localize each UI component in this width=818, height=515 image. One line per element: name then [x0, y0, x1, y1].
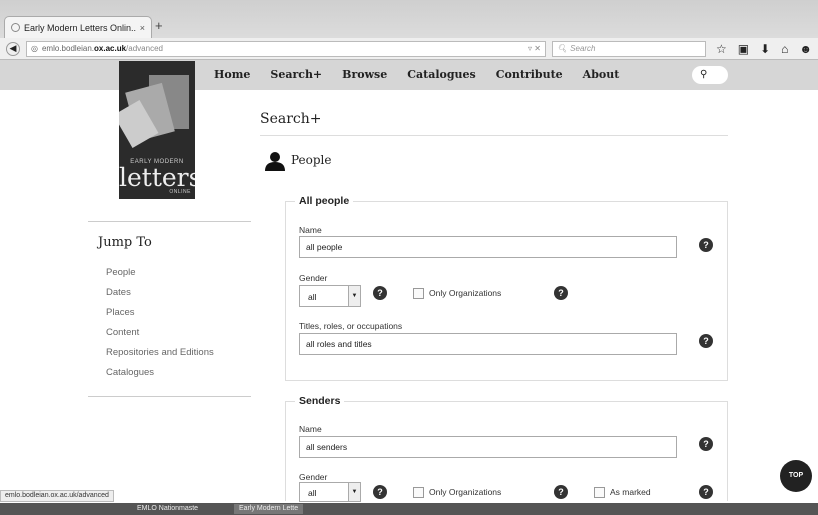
main-menu: Home Search+ Browse Catalogues Contribut…: [214, 68, 639, 81]
home-icon[interactable]: ⌂: [781, 42, 788, 56]
browser-tab-bar: Early Modern Letters Onlin... × +: [0, 0, 818, 38]
loading-icon: [11, 23, 20, 32]
taskbar-item-1[interactable]: EMLO Nationmaste: [132, 504, 203, 514]
tab-close-icon[interactable]: ×: [140, 23, 145, 33]
search-placeholder: Search: [570, 44, 596, 53]
menu-contribute[interactable]: Contribute: [496, 68, 563, 81]
emlo-logo[interactable]: EARLY MODERN letters ONLINE: [119, 61, 195, 199]
as-marked-label: As marked: [610, 487, 651, 497]
menu-browse[interactable]: Browse: [342, 68, 387, 81]
all-people-legend: All people: [295, 195, 354, 207]
only-organizations-checkbox[interactable]: [413, 288, 424, 299]
url-tools[interactable]: ▿ ✕: [528, 44, 541, 53]
only-organizations-label: Only Organizations: [429, 288, 502, 298]
senders-only-organizations-label: Only Organizations: [429, 487, 502, 497]
url-host: ox.ac.uk: [94, 44, 127, 53]
senders-only-organizations-checkbox[interactable]: [413, 487, 424, 498]
logo-text-letters: letters: [119, 163, 195, 192]
help-icon[interactable]: ?: [554, 485, 568, 499]
person-icon: [265, 152, 285, 171]
titles-input[interactable]: all roles and titles: [299, 333, 677, 355]
download-icon[interactable]: ⬇: [760, 42, 770, 56]
senders-legend: Senders: [295, 395, 345, 407]
help-icon[interactable]: ?: [699, 485, 713, 499]
help-icon[interactable]: ?: [699, 334, 713, 348]
menu-home[interactable]: Home: [214, 68, 250, 81]
all-people-name-input[interactable]: all people: [299, 236, 677, 258]
all-people-name-label: Name: [299, 225, 322, 235]
chat-icon[interactable]: ☻: [799, 42, 812, 56]
as-marked-checkbox[interactable]: [594, 487, 605, 498]
jump-link-content[interactable]: Content: [106, 327, 251, 347]
senders-name-label: Name: [299, 424, 322, 434]
menu-catalogues[interactable]: Catalogues: [407, 68, 476, 81]
menu-search-plus[interactable]: Search+: [270, 68, 322, 81]
titles-label: Titles, roles, or occupations: [299, 321, 403, 331]
sidebar-divider: [88, 396, 251, 397]
help-icon[interactable]: ?: [699, 238, 713, 252]
browser-search-input[interactable]: 🔍︎ Search: [552, 40, 706, 57]
url-path: /advanced: [126, 44, 163, 53]
browser-tab[interactable]: Early Modern Letters Onlin... ×: [4, 16, 152, 38]
jump-link-repositories[interactable]: Repositories and Editions: [106, 347, 251, 367]
address-bar[interactable]: ◎ emlo.bodleian.ox.ac.uk/advanced ▿ ✕: [26, 40, 546, 57]
page-title: Search+: [260, 111, 322, 127]
help-icon[interactable]: ?: [699, 437, 713, 451]
taskbar-item-2[interactable]: Early Modern Lette: [234, 504, 304, 514]
gender-select-value: all: [308, 292, 317, 302]
senders-gender-select[interactable]: all ▼: [299, 482, 361, 502]
search-icon: 🔍︎: [557, 44, 568, 53]
clipboard-icon[interactable]: ▣: [738, 42, 749, 56]
back-to-top-button[interactable]: TOP: [780, 460, 812, 492]
chevron-down-icon: ▼: [348, 483, 360, 501]
title-divider: [260, 135, 728, 136]
globe-icon: ◎: [31, 44, 38, 53]
menu-about[interactable]: About: [583, 68, 620, 81]
help-icon[interactable]: ?: [373, 286, 387, 300]
help-icon[interactable]: ?: [554, 286, 568, 300]
senders-name-input[interactable]: all senders: [299, 436, 677, 458]
url-prefix: emlo.bodleian.: [41, 44, 95, 53]
jump-link-people[interactable]: People: [106, 267, 251, 287]
jump-link-dates[interactable]: Dates: [106, 287, 251, 307]
star-icon[interactable]: ☆: [716, 42, 727, 56]
section-title-people: People: [291, 153, 332, 167]
status-bar-url: emlo.bodleian.ox.ac.uk/advanced: [0, 490, 114, 502]
senders-gender-label: Gender: [299, 472, 328, 482]
os-taskbar: EMLO Nationmaste Early Modern Lette: [0, 503, 818, 515]
browser-nav-bar: ◀ ◎ emlo.bodleian.ox.ac.uk/advanced ▿ ✕ …: [0, 38, 818, 60]
jump-link-places[interactable]: Places: [106, 307, 251, 327]
gender-select-value: all: [308, 488, 317, 498]
search-icon: ⚲: [700, 69, 708, 80]
jump-to-list: People Dates Places Content Repositories…: [106, 267, 251, 387]
logo-text-online: ONLINE: [169, 189, 191, 195]
tab-title: Early Modern Letters Onlin...: [24, 22, 136, 33]
help-icon[interactable]: ?: [373, 485, 387, 499]
back-icon[interactable]: ◀: [6, 41, 20, 56]
all-people-gender-select[interactable]: all ▼: [299, 285, 361, 307]
jump-to-sidebar: Jump To People Dates Places Content Repo…: [88, 221, 251, 387]
jump-to-title: Jump To: [98, 235, 152, 250]
all-people-gender-label: Gender: [299, 273, 328, 283]
jump-link-catalogues[interactable]: Catalogues: [106, 367, 251, 387]
chevron-down-icon: ▼: [348, 286, 360, 306]
new-tab-button[interactable]: +: [155, 18, 163, 33]
site-search-button[interactable]: ⚲: [692, 66, 728, 84]
